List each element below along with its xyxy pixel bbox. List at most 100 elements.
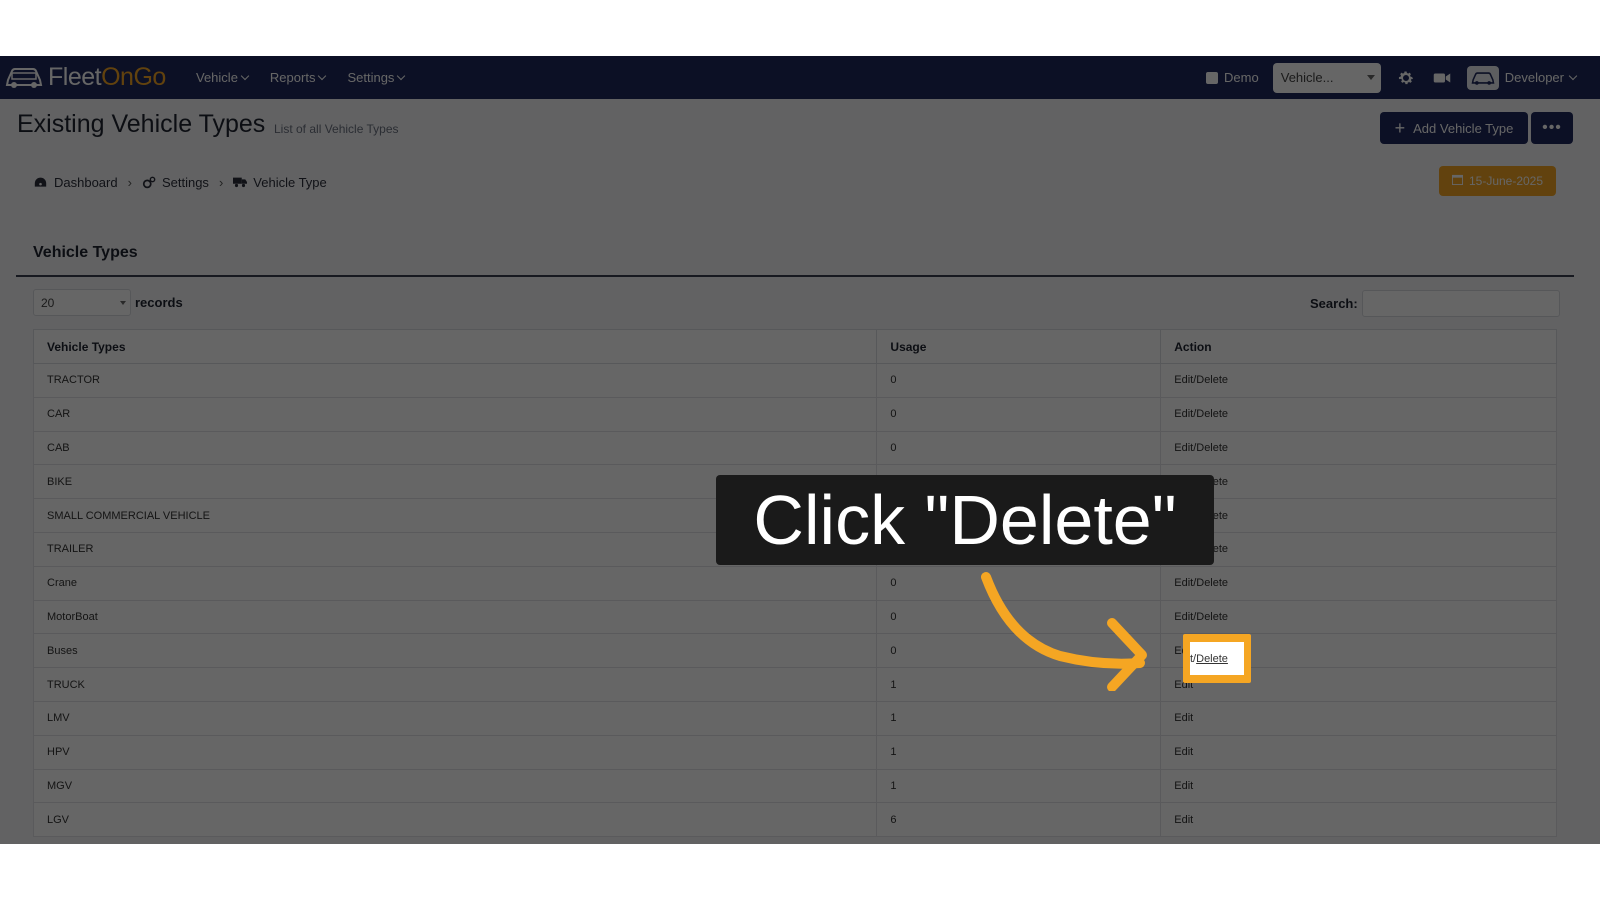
- cell-vehicle-type: TRUCK: [32, 667, 878, 702]
- search-input[interactable]: [1361, 290, 1560, 317]
- records-label: records: [135, 295, 183, 310]
- cell-action[interactable]: Edit/Delete: [1160, 531, 1557, 567]
- demo-toggle[interactable]: Demo: [1206, 70, 1259, 85]
- table-row: MGV 1 Edit: [32, 768, 1557, 804]
- cell-action[interactable]: Edit/Delete: [1160, 396, 1557, 432]
- logo[interactable]: FleetOnGo: [4, 61, 166, 93]
- menu-settings[interactable]: Settings: [347, 70, 406, 85]
- app-name: FleetOnGo: [48, 62, 166, 91]
- cell-action[interactable]: Edit/Delete: [1160, 464, 1557, 500]
- page-subtitle: List of all Vehicle Types: [274, 122, 399, 136]
- table-row: LGV 6 Edit: [32, 802, 1557, 838]
- table-row: HPV 1 Edit: [32, 734, 1557, 770]
- cell-action[interactable]: Edit: [1160, 700, 1557, 736]
- cell-action[interactable]: Edit/Delete: [1160, 363, 1557, 398]
- cell-usage: 0: [876, 363, 1162, 398]
- arrow-icon: [981, 572, 1147, 691]
- chevron-down-icon: [240, 71, 250, 81]
- cell-vehicle-type: TRACTOR: [32, 363, 878, 398]
- delete-highlight: t/Delete: [1183, 634, 1251, 683]
- cell-usage: 0: [876, 430, 1162, 466]
- page-title: Existing Vehicle Types: [17, 110, 266, 138]
- add-vehicle-type-button[interactable]: + Add Vehicle Type: [1380, 112, 1528, 144]
- menu-reports[interactable]: Reports: [270, 70, 327, 85]
- navbar-right: Demo Vehicle... Developer: [1206, 56, 1578, 99]
- column-header-vehicle-types[interactable]: Vehicle Types: [32, 329, 878, 364]
- cell-action[interactable]: Edit/Delete: [1160, 565, 1557, 601]
- breadcrumb: Dashboard › Settings › Vehicle Type: [34, 175, 327, 190]
- cell-usage: 6: [876, 802, 1162, 838]
- cell-vehicle-type: HPV: [32, 734, 878, 770]
- vehicle-select[interactable]: Vehicle...: [1272, 62, 1381, 93]
- demo-checkbox[interactable]: [1206, 71, 1219, 84]
- table-body: TRACTOR 0 Edit/Delete CAR 0 Edit/Delete CAB 0 Ed…: [32, 363, 1557, 838]
- chevron-down-icon: [318, 71, 327, 81]
- breadcrumb-dashboard[interactable]: Dashboard: [54, 175, 118, 190]
- table-row: Buses0Edit/Delete: [32, 633, 1557, 669]
- cell-vehicle-type: CAR: [32, 396, 878, 432]
- cell-vehicle-type: LGV: [32, 802, 878, 838]
- breadcrumb-vehicle-type: Vehicle Type: [253, 175, 327, 190]
- breadcrumb-separator: ›: [218, 175, 224, 190]
- date-button[interactable]: 15-June-2025: [1439, 166, 1556, 196]
- video-camera-icon[interactable]: [1431, 67, 1453, 89]
- table-row: MotorBoat 0 Edit/Delete: [32, 599, 1557, 635]
- cell-vehicle-type: MGV: [32, 768, 878, 804]
- gear-icon[interactable]: [1395, 67, 1417, 89]
- chevron-down-icon: [1568, 71, 1578, 81]
- cell-vehicle-type: CAB: [32, 430, 878, 466]
- table-row: TRACTOR 0 Edit/Delete: [32, 363, 1557, 398]
- car-avatar-icon: [1471, 71, 1495, 85]
- cell-usage: 1: [876, 734, 1162, 770]
- vehicle-types-table: Vehicle Types Usage Action TRACTOR 0 Edit/…: [32, 329, 1557, 838]
- chevron-down-icon: [397, 71, 406, 81]
- cell-vehicle-type: Buses: [32, 633, 878, 669]
- truck-icon: [233, 176, 248, 190]
- cell-vehicle-type: Crane: [32, 565, 878, 601]
- breadcrumb-separator: ›: [127, 175, 132, 190]
- menu-vehicle[interactable]: Vehicle: [196, 70, 250, 85]
- breadcrumb-settings[interactable]: Settings: [162, 175, 209, 190]
- cell-usage: 1: [876, 700, 1162, 736]
- table-row: CAB 0 Edit/Delete: [32, 430, 1557, 466]
- dropdown-arrow-icon: [120, 301, 126, 305]
- cell-usage: 1: [876, 768, 1162, 804]
- tutorial-callout: Click "Delete": [716, 475, 1214, 565]
- cell-usage: 0: [876, 396, 1162, 432]
- dropdown-arrow-icon: [1366, 74, 1375, 80]
- user-menu[interactable]: Developer: [1466, 65, 1578, 90]
- cell-action[interactable]: Edit/Delete: [1160, 599, 1557, 635]
- cell-action[interactable]: Edit/Delete: [1160, 498, 1557, 533]
- section-divider: [16, 275, 1574, 277]
- cogs-icon: [142, 176, 156, 190]
- demo-label: Demo: [1224, 70, 1259, 85]
- delete-link[interactable]: Delete: [1196, 653, 1228, 665]
- more-options-button[interactable]: •••: [1531, 112, 1573, 144]
- records-per-page: 20 records: [33, 289, 183, 316]
- highlighted-action-cell: t/Delete: [1190, 642, 1244, 675]
- cell-vehicle-type: LMV: [32, 700, 878, 736]
- app-window: FleetOnGo Vehicle Reports Settings Demo …: [0, 56, 1600, 844]
- cell-action[interactable]: Edit: [1160, 768, 1557, 804]
- column-header-action[interactable]: Action: [1160, 329, 1557, 364]
- table-row: TRUCK 1 Edit: [32, 667, 1557, 702]
- records-select[interactable]: 20: [33, 289, 131, 316]
- column-header-usage[interactable]: Usage: [876, 329, 1162, 364]
- top-navbar: FleetOnGo Vehicle Reports Settings Demo …: [0, 56, 1600, 99]
- table-row: CAR 0 Edit/Delete: [32, 396, 1557, 432]
- cell-action[interactable]: Edit/Delete: [1160, 430, 1557, 466]
- table-header-row: Vehicle Types Usage Action: [32, 329, 1557, 364]
- table-row: Crane 0 Edit/Delete: [32, 565, 1557, 601]
- cell-action[interactable]: Edit: [1160, 802, 1557, 838]
- calendar-icon: [1451, 174, 1463, 188]
- search-label: Search:: [1310, 296, 1358, 311]
- section-title: Vehicle Types: [33, 244, 138, 261]
- user-name: Developer: [1504, 70, 1564, 85]
- table-row: LMV 1 Edit: [32, 700, 1557, 736]
- car-logo-icon: [5, 68, 43, 88]
- plus-icon: +: [1394, 118, 1406, 138]
- search-group: Search:: [1310, 290, 1560, 317]
- cell-vehicle-type: MotorBoat: [32, 599, 878, 635]
- avatar: [1466, 65, 1499, 90]
- cell-action[interactable]: Edit: [1160, 734, 1557, 770]
